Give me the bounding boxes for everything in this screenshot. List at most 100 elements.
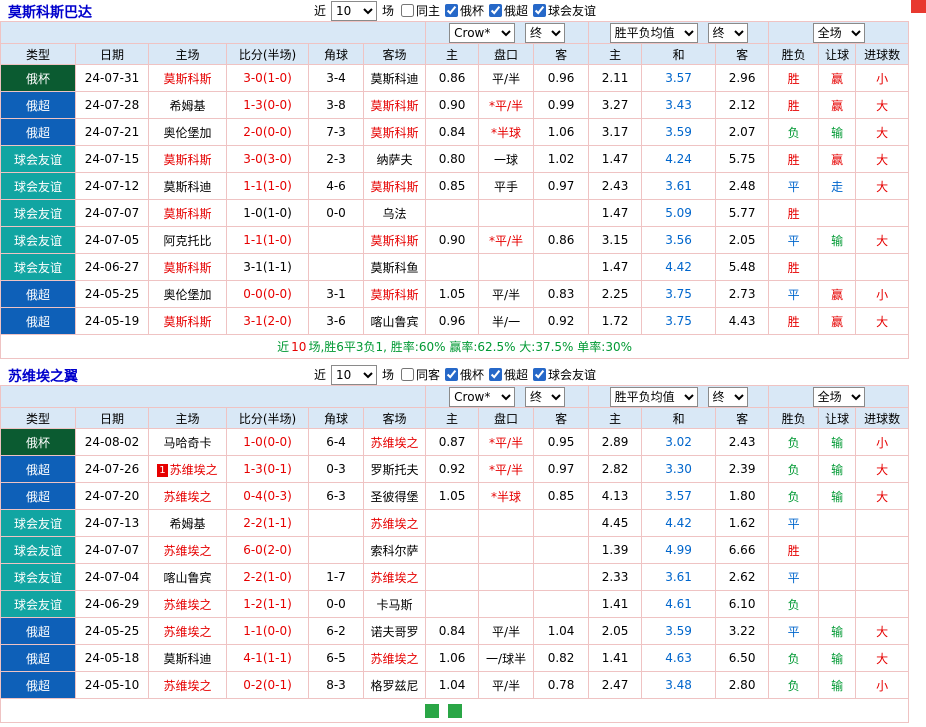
odds-company-select[interactable]: Crow*	[449, 23, 515, 43]
summary-segment: 场,胜6平3负1, 胜率:60% 赢率:62.5% 大:37.5% 单率:30%	[308, 340, 632, 354]
home-team-cell: 马哈奇卡	[149, 429, 227, 456]
col-euro-away: 客	[716, 408, 769, 429]
match-count-select[interactable]: 10	[331, 365, 377, 385]
matches-table: Crow* 终 胜平负均值 终 全场 类型 日期 主场 比分(半场)	[0, 21, 909, 359]
asian-line-cell	[479, 254, 534, 281]
euro-home-odds: 2.89	[589, 429, 642, 456]
euro-draw-odds: 3.57	[642, 483, 716, 510]
date-cell: 24-06-27	[76, 254, 149, 281]
away-team-cell: 纳萨夫	[364, 146, 426, 173]
league-filter-friendly[interactable]: 球会友谊	[533, 366, 596, 383]
date-cell: 24-07-05	[76, 227, 149, 254]
asian-line-cell: 平/半	[479, 281, 534, 308]
cover-cell: 输	[819, 672, 856, 699]
league-checkbox-super[interactable]	[489, 368, 502, 381]
match-type-badge: 俄超	[1, 672, 76, 699]
asian-line-cell: 平/半	[479, 618, 534, 645]
match-type-badge: 俄超	[1, 92, 76, 119]
match-type-badge: 俄杯	[1, 65, 76, 92]
asian-away-odds: 0.92	[534, 308, 589, 335]
home-team-cell: 奥伦堡加	[149, 281, 227, 308]
league-checkbox-friendly[interactable]	[533, 4, 546, 17]
result-cell: 胜	[769, 92, 819, 119]
home-team-cell: 喀山鲁宾	[149, 564, 227, 591]
result-cell: 负	[769, 119, 819, 146]
asian-away-odds	[534, 537, 589, 564]
cover-cell	[819, 200, 856, 227]
league-checkbox-super[interactable]	[489, 4, 502, 17]
date-cell: 24-05-25	[76, 618, 149, 645]
euro-away-odds: 2.62	[716, 564, 769, 591]
europe-average-select[interactable]: 胜平负均值	[610, 23, 698, 43]
scope-select[interactable]: 全场	[813, 23, 865, 43]
result-cell: 平	[769, 564, 819, 591]
league-filter-super[interactable]: 俄超	[489, 2, 528, 19]
odds-time-select[interactable]: 终	[525, 387, 565, 407]
column-header-row: 类型 日期 主场 比分(半场) 角球 客场 主 盘口 客 主 和 客 胜负 让球…	[1, 44, 909, 65]
home-team-cell: 莫斯科斯	[149, 65, 227, 92]
europe-average-select[interactable]: 胜平负均值	[610, 387, 698, 407]
scope-header-group: 全场	[769, 386, 909, 408]
corner-cell: 4-6	[309, 173, 364, 200]
euro-away-odds: 6.10	[716, 591, 769, 618]
league-filter-super[interactable]: 俄超	[489, 366, 528, 383]
scope-select[interactable]: 全场	[813, 387, 865, 407]
away-team-cell: 诺夫哥罗	[364, 618, 426, 645]
same-venue-checkbox[interactable]	[401, 4, 414, 17]
match-count-select[interactable]: 10	[331, 1, 377, 21]
match-type-badge: 俄超	[1, 281, 76, 308]
odds-time-select[interactable]: 终	[525, 23, 565, 43]
back-to-top-button[interactable]	[911, 0, 926, 13]
green-marker	[425, 704, 439, 718]
cover-cell: 赢	[819, 65, 856, 92]
asian-away-odds	[534, 564, 589, 591]
score-cell: 2-2(1-1)	[227, 510, 309, 537]
euro-home-odds: 1.41	[589, 591, 642, 618]
match-row: 俄杯24-08-02马哈奇卡1-0(0-0)6-4苏维埃之0.87*平/半0.9…	[1, 429, 909, 456]
corner-cell	[309, 254, 364, 281]
away-team-cell: 莫斯科斯	[364, 173, 426, 200]
euro-draw-odds: 3.56	[642, 227, 716, 254]
score-cell: 6-0(2-0)	[227, 537, 309, 564]
league-filter-cup[interactable]: 俄杯	[445, 366, 484, 383]
same-venue-checkbox[interactable]	[401, 368, 414, 381]
europe-time-select[interactable]: 终	[708, 387, 748, 407]
euro-away-odds: 2.43	[716, 429, 769, 456]
same-venue-filter[interactable]: 同客	[401, 366, 440, 383]
league-filter-friendly[interactable]: 球会友谊	[533, 2, 596, 19]
league-checkbox-friendly[interactable]	[533, 368, 546, 381]
euro-home-odds: 3.17	[589, 119, 642, 146]
score-cell: 3-1(2-0)	[227, 308, 309, 335]
goals-cell	[856, 510, 909, 537]
league-filter-cup[interactable]: 俄杯	[445, 2, 484, 19]
result-cell: 负	[769, 672, 819, 699]
col-euro-home: 主	[589, 408, 642, 429]
same-venue-filter[interactable]: 同主	[401, 2, 440, 19]
euro-away-odds: 2.39	[716, 456, 769, 483]
euro-draw-odds: 3.30	[642, 456, 716, 483]
asian-away-odds: 1.04	[534, 618, 589, 645]
summary-row	[1, 699, 909, 723]
cover-cell	[819, 510, 856, 537]
col-home: 主场	[149, 408, 227, 429]
euro-draw-odds: 3.48	[642, 672, 716, 699]
score-cell: 3-1(1-1)	[227, 254, 309, 281]
league-checkbox-cup[interactable]	[445, 4, 458, 17]
corner-cell: 0-0	[309, 591, 364, 618]
league-checkbox-cup[interactable]	[445, 368, 458, 381]
score-cell: 0-2(0-1)	[227, 672, 309, 699]
match-type-badge: 球会友谊	[1, 173, 76, 200]
match-row: 球会友谊24-07-15莫斯科斯3-0(3-0)2-3纳萨夫0.80一球1.02…	[1, 146, 909, 173]
asian-home-odds: 0.90	[426, 227, 479, 254]
col-home: 主场	[149, 44, 227, 65]
away-team-cell: 乌法	[364, 200, 426, 227]
goals-cell	[856, 591, 909, 618]
goals-cell: 大	[856, 92, 909, 119]
empty-header-cell	[1, 386, 426, 408]
odds-company-select[interactable]: Crow*	[449, 387, 515, 407]
asian-away-odds: 1.06	[534, 119, 589, 146]
league-label-friendly: 球会友谊	[548, 2, 596, 19]
corner-cell: 6-3	[309, 483, 364, 510]
europe-time-select[interactable]: 终	[708, 23, 748, 43]
cover-cell	[819, 591, 856, 618]
